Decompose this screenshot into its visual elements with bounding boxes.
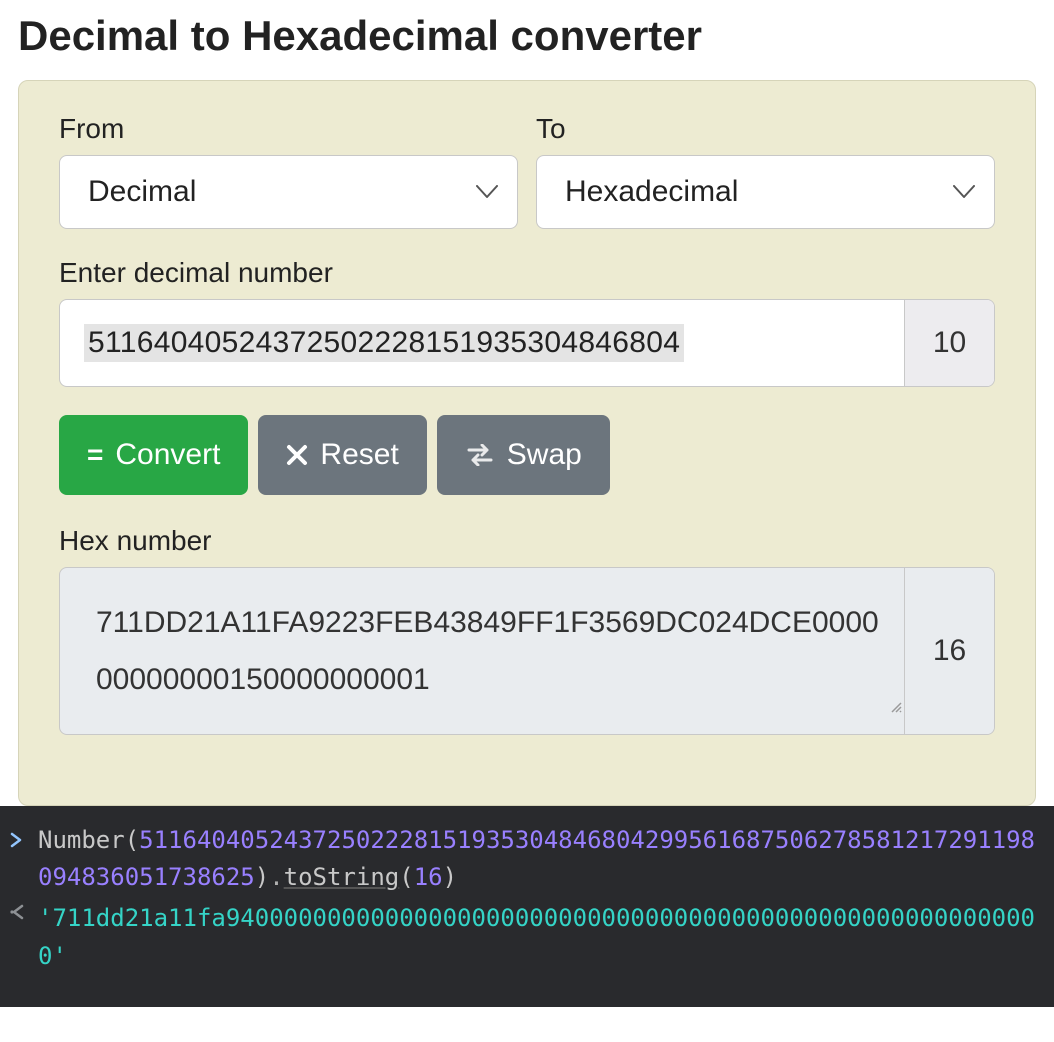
hex-base-badge: 16	[904, 568, 994, 734]
decimal-base-badge: 10	[904, 300, 994, 386]
console-prompt-icon	[10, 822, 38, 861]
equals-icon: =	[87, 441, 103, 469]
hex-output-group: 711DD21A11FA9223FEB43849FF1F3569DC024DCE…	[59, 567, 995, 735]
decimal-input[interactable]: 51164040524372502228151935304846804	[60, 300, 904, 386]
from-select[interactable]: Decimal	[59, 155, 518, 229]
console-output-icon	[10, 900, 38, 922]
convert-button-label: Convert	[115, 438, 220, 472]
hex-output[interactable]: 711DD21A11FA9223FEB43849FF1F3569DC024DCE…	[60, 568, 904, 734]
page-title: Decimal to Hexadecimal converter	[18, 12, 1036, 60]
to-label: To	[536, 113, 995, 145]
resize-handle-icon[interactable]	[888, 675, 902, 732]
console-result-value: '711dd21a11fa940000000000000000000000000…	[38, 904, 1035, 969]
decimal-input-group: 51164040524372502228151935304846804 10	[59, 299, 995, 387]
console-token-number: 5116404052437250222815193530484680429956…	[38, 826, 1035, 891]
hex-output-value: 711DD21A11FA9223FEB43849FF1F3569DC024DCE…	[96, 606, 879, 696]
reset-button-label: Reset	[320, 438, 398, 472]
from-label: From	[59, 113, 518, 145]
from-select-value: Decimal	[88, 175, 196, 208]
swap-icon	[465, 444, 495, 466]
converter-panel: From Decimal To Hexadecimal	[18, 80, 1036, 806]
devtools-console: Number(511640405243725022281519353048468…	[0, 806, 1054, 1007]
swap-button-label: Swap	[507, 438, 582, 472]
reset-button[interactable]: Reset	[258, 415, 426, 495]
console-token-arg: 16	[414, 863, 443, 891]
console-token-fn: Number	[38, 826, 125, 854]
console-output-line: '711dd21a11fa940000000000000000000000000…	[0, 898, 1054, 976]
hex-output-label: Hex number	[59, 525, 995, 557]
swap-button[interactable]: Swap	[437, 415, 610, 495]
close-icon	[286, 444, 308, 466]
to-select-value: Hexadecimal	[565, 175, 738, 208]
convert-button[interactable]: = Convert	[59, 415, 248, 495]
decimal-input-value: 51164040524372502228151935304846804	[84, 324, 684, 362]
to-select[interactable]: Hexadecimal	[536, 155, 995, 229]
decimal-input-label: Enter decimal number	[59, 257, 995, 289]
console-input-line[interactable]: Number(511640405243725022281519353048468…	[0, 820, 1054, 898]
console-token-method: toString	[284, 863, 400, 891]
